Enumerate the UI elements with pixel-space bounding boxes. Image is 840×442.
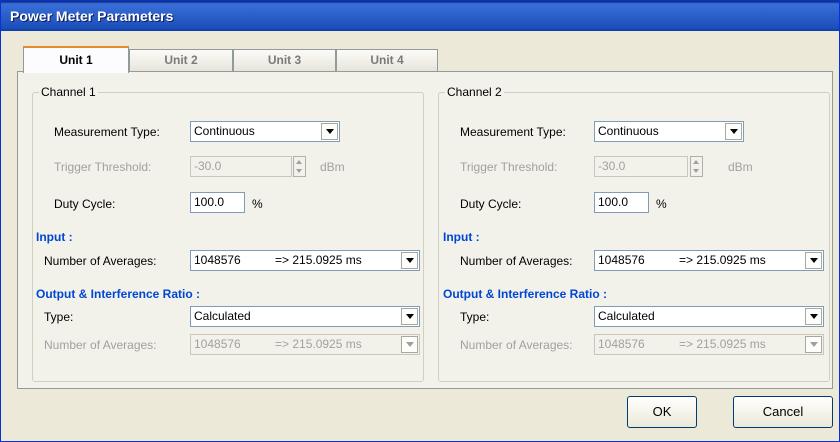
select-value: Calculated: [598, 309, 655, 323]
group-title: Channel 2: [445, 85, 504, 99]
channel-1-group: Channel 1 Measurement Type: Continuous T…: [32, 85, 424, 382]
tab-label: Unit 4: [370, 53, 404, 67]
channel-2-group: Channel 2 Measurement Type: Continuous T…: [438, 85, 830, 382]
input-averages-select[interactable]: 1048576 => 215.0925 ms: [190, 250, 420, 271]
spin-down-icon[interactable]: [296, 169, 302, 173]
chevron-down-icon[interactable]: [321, 123, 338, 140]
trigger-threshold-unit: dBm: [728, 160, 753, 174]
duty-cycle-label: Duty Cycle:: [460, 197, 522, 211]
cancel-button[interactable]: Cancel: [733, 396, 833, 428]
input-heading: Input :: [36, 230, 73, 244]
trigger-threshold-label: Trigger Threshold:: [460, 160, 558, 174]
input-heading: Input :: [443, 230, 480, 244]
trigger-threshold-spinner[interactable]: [293, 156, 306, 177]
trigger-threshold-input[interactable]: -30.0: [190, 156, 292, 177]
input-value: 100.0: [194, 195, 225, 209]
dialog-client: Unit 1 Unit 2 Unit 3 Unit 4 Channel 1 Me…: [1, 31, 839, 441]
group-title: Channel 1: [39, 85, 98, 99]
input-averages-label: Number of Averages:: [44, 254, 157, 268]
output-heading: Output & Interference Ratio :: [36, 287, 201, 301]
tab-label: Unit 1: [59, 53, 93, 67]
spin-down-icon[interactable]: [693, 169, 699, 173]
title-bar[interactable]: Power Meter Parameters: [1, 1, 839, 31]
input-averages-label: Number of Averages:: [460, 254, 573, 268]
duty-cycle-input[interactable]: 100.0: [190, 192, 245, 213]
tab-unit-1[interactable]: Unit 1: [23, 46, 129, 73]
select-value: Continuous: [598, 124, 659, 138]
type-label: Type:: [44, 310, 74, 324]
select-time: => 215.0925 ms: [679, 337, 766, 351]
duty-cycle-input[interactable]: 100.0: [594, 192, 649, 213]
chevron-down-icon[interactable]: [401, 252, 418, 269]
dialog-window: Power Meter Parameters Unit 1 Unit 2 Uni…: [0, 0, 840, 442]
tab-panel-unit-1: Channel 1 Measurement Type: Continuous T…: [17, 71, 833, 389]
output-averages-select[interactable]: 1048576 => 215.0925 ms: [594, 334, 824, 355]
chevron-down-icon[interactable]: [401, 308, 418, 325]
select-value: 1048576: [194, 253, 241, 267]
select-value: 1048576: [598, 337, 645, 351]
chevron-down-icon[interactable]: [805, 336, 822, 353]
chevron-down-icon[interactable]: [401, 336, 418, 353]
type-select[interactable]: Calculated: [190, 306, 420, 327]
window-title: Power Meter Parameters: [10, 8, 174, 24]
duty-cycle-label: Duty Cycle:: [54, 197, 116, 211]
select-value: Continuous: [194, 124, 255, 138]
measurement-type-select[interactable]: Continuous: [594, 121, 744, 142]
trigger-threshold-spinner[interactable]: [690, 156, 703, 177]
output-averages-label: Number of Averages:: [460, 338, 573, 352]
input-value: 100.0: [598, 195, 629, 209]
select-time: => 215.0925 ms: [275, 337, 362, 351]
tab-unit-4[interactable]: Unit 4: [336, 49, 438, 71]
select-value: 1048576: [194, 337, 241, 351]
tab-unit-3[interactable]: Unit 3: [233, 49, 336, 71]
chevron-down-icon[interactable]: [805, 308, 822, 325]
spin-up-icon[interactable]: [296, 160, 302, 164]
tab-unit-2[interactable]: Unit 2: [129, 49, 233, 71]
tab-label: Unit 2: [164, 53, 198, 67]
measurement-type-label: Measurement Type:: [460, 125, 566, 139]
tab-label: Unit 3: [267, 53, 302, 67]
chevron-down-icon[interactable]: [805, 252, 822, 269]
measurement-type-select[interactable]: Continuous: [190, 121, 340, 142]
type-label: Type:: [460, 310, 490, 324]
spin-up-icon[interactable]: [693, 160, 699, 164]
ok-button-label: OK: [652, 404, 672, 419]
type-select[interactable]: Calculated: [594, 306, 824, 327]
chevron-down-icon[interactable]: [725, 123, 742, 140]
cancel-button-label: Cancel: [762, 404, 804, 419]
trigger-threshold-input[interactable]: -30.0: [594, 156, 688, 177]
trigger-threshold-label: Trigger Threshold:: [54, 160, 152, 174]
trigger-threshold-unit: dBm: [320, 160, 345, 174]
output-averages-select[interactable]: 1048576 => 215.0925 ms: [190, 334, 420, 355]
measurement-type-label: Measurement Type:: [54, 125, 160, 139]
input-value: -30.0: [194, 159, 222, 173]
select-time: => 215.0925 ms: [679, 253, 766, 267]
input-averages-select[interactable]: 1048576 => 215.0925 ms: [594, 250, 824, 271]
duty-cycle-unit: %: [656, 197, 667, 211]
duty-cycle-unit: %: [252, 197, 263, 211]
select-value: Calculated: [194, 309, 251, 323]
select-value: 1048576: [598, 253, 645, 267]
input-value: -30.0: [598, 159, 626, 173]
output-heading: Output & Interference Ratio :: [443, 287, 608, 301]
ok-button[interactable]: OK: [627, 396, 697, 428]
output-averages-label: Number of Averages:: [44, 338, 157, 352]
select-time: => 215.0925 ms: [275, 253, 362, 267]
